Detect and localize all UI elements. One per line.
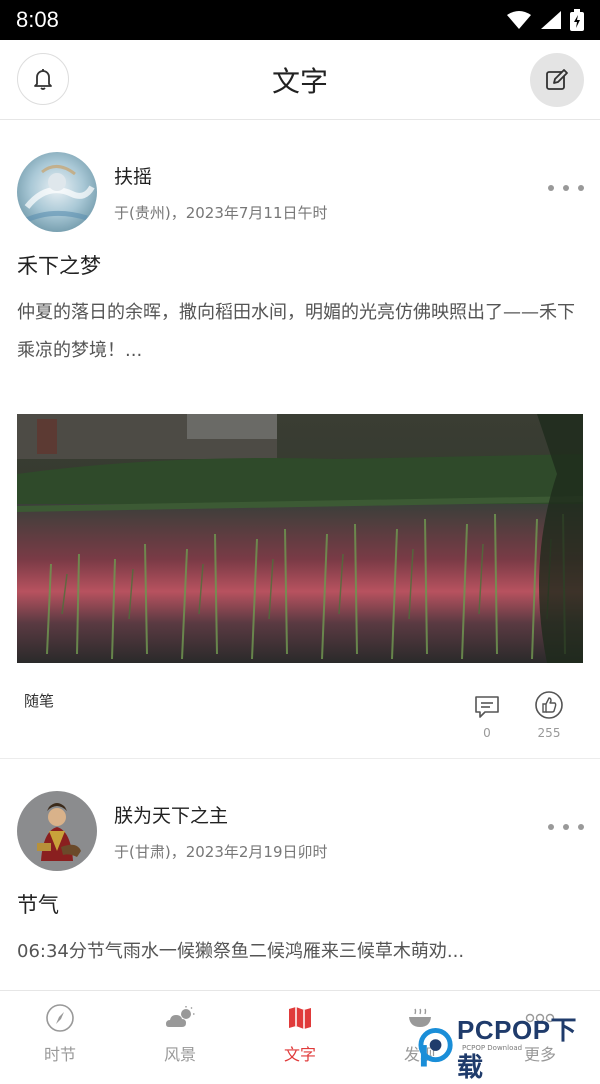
battery-icon <box>570 9 584 31</box>
nav-item-seasons[interactable]: 时节 <box>0 991 120 1066</box>
watermark-subtext: PCPOP Download <box>462 1044 523 1052</box>
comment-icon <box>475 696 499 718</box>
post-image[interactable] <box>17 414 583 663</box>
nav-label: 文字 <box>283 1045 316 1064</box>
post-meta: 于(贵州)，2023年7月11日午时 <box>114 204 328 222</box>
status-time: 8:08 <box>16 7 59 32</box>
nav-item-scenery[interactable]: 风景 <box>120 991 240 1066</box>
dot <box>578 824 584 830</box>
dot <box>578 185 584 191</box>
avatar[interactable] <box>17 791 97 871</box>
compose-button[interactable] <box>530 53 584 107</box>
post-excerpt[interactable]: 仲夏的落日的余晖，撒向稻田水间，明媚的光亮仿佛映照出了——禾下乘凉的梦境！... <box>17 294 583 370</box>
status-bar: 8:08 <box>0 0 600 40</box>
status-icons <box>506 9 584 31</box>
signal-icon <box>541 11 561 29</box>
post-card[interactable]: 扶摇 于(贵州)，2023年7月11日午时 禾下之梦 仲夏的落日的余晖，撒向稻田… <box>0 120 600 759</box>
wifi-icon <box>507 11 531 29</box>
post-feed[interactable]: 扶摇 于(贵州)，2023年7月11日午时 禾下之梦 仲夏的落日的余晖，撒向稻田… <box>0 120 600 990</box>
post-excerpt[interactable]: 06:34分节气雨水一候獭祭鱼二候鸿雁来三候草木萌劝... <box>17 933 583 971</box>
post-title[interactable]: 禾下之梦 <box>17 250 101 280</box>
nav-item-text[interactable]: 文字 <box>240 991 360 1066</box>
comment-button[interactable] <box>470 692 504 722</box>
dot <box>563 824 569 830</box>
more-options-button[interactable] <box>548 819 584 835</box>
map-icon <box>289 1007 311 1029</box>
edit-icon <box>546 69 568 90</box>
nav-label: 时节 <box>43 1045 76 1064</box>
dot <box>548 824 554 830</box>
like-button[interactable] <box>534 690 564 720</box>
author-name[interactable]: 扶摇 <box>114 162 152 189</box>
like-count: 255 <box>537 726 561 740</box>
post-title[interactable]: 节气 <box>17 889 59 919</box>
weather-icon <box>166 1006 195 1027</box>
watermark-logo <box>418 1027 453 1067</box>
nav-label: 风景 <box>163 1045 196 1064</box>
dot <box>563 185 569 191</box>
dot <box>548 185 554 191</box>
post-meta: 于(甘肃)，2023年2月19日卯时 <box>114 843 328 861</box>
author-name[interactable]: 朕为天下之主 <box>114 801 228 828</box>
watermark: PCPOP下载 PCPOP Download <box>418 1010 600 1084</box>
compass-icon <box>46 1004 74 1032</box>
post-tag[interactable]: 随笔 <box>24 690 54 711</box>
more-options-button[interactable] <box>548 180 584 196</box>
thumbs-up-icon <box>535 691 563 719</box>
avatar[interactable] <box>17 152 97 232</box>
page-title: 文字 <box>271 65 328 98</box>
app-header: 文字 <box>0 40 600 120</box>
post-card[interactable]: 朕为天下之主 于(甘肃)，2023年2月19日卯时 节气 06:34分节气雨水一… <box>0 759 600 990</box>
comment-count: 0 <box>483 726 491 740</box>
